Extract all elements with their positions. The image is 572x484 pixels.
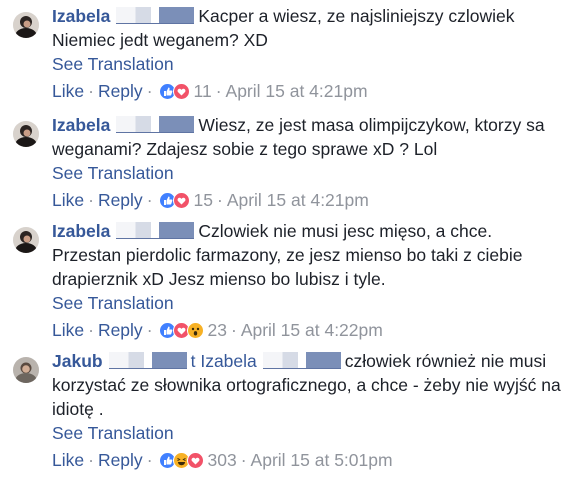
comment-author[interactable]: Izabela <box>52 115 110 135</box>
see-translation-link[interactable]: See Translation <box>52 291 564 315</box>
reaction-count[interactable]: 303 <box>208 448 237 472</box>
separator-dot: · <box>240 450 247 470</box>
mention-link[interactable]: Izabela <box>200 351 256 371</box>
comment-timestamp[interactable]: April 15 at 4:21pm <box>226 79 368 103</box>
separator-dot: · <box>230 320 237 340</box>
separator-dot: · <box>146 320 153 340</box>
redacted-surname <box>116 116 195 133</box>
separator-dot: · <box>88 450 94 470</box>
comment-timestamp[interactable]: April 15 at 4:22pm <box>241 318 383 342</box>
comment-actions: Like · Reply · 11 · April 15 at 4:21pm <box>52 79 564 103</box>
reply-button[interactable]: Reply <box>98 318 143 342</box>
reaction-count[interactable]: 15 <box>194 188 213 212</box>
comment-author[interactable]: Jakub <box>52 351 103 371</box>
reaction-summary[interactable] <box>158 191 190 209</box>
comment-author[interactable]: Izabela <box>52 6 110 26</box>
separator-dot: · <box>216 190 223 210</box>
like-button[interactable]: Like <box>52 448 84 472</box>
like-button[interactable]: Like <box>52 318 84 342</box>
comment-thread: Izabela Kacper a wiesz, ze najsliniejszy … <box>0 0 572 484</box>
reply-button[interactable]: Reply <box>98 79 143 103</box>
love-reaction-icon <box>186 451 204 469</box>
avatar[interactable] <box>13 227 39 253</box>
comment-actions: Like · Reply · 15 · April 15 at 4:21pm <box>52 188 564 212</box>
comment-actions: Like · Reply · 23 · April 15 at 4:22pm <box>52 318 564 342</box>
reaction-summary[interactable] <box>158 82 190 100</box>
see-translation-link[interactable]: See Translation <box>52 161 564 185</box>
reaction-summary[interactable] <box>158 321 204 339</box>
avatar[interactable] <box>13 12 39 38</box>
comment-timestamp[interactable]: April 15 at 5:01pm <box>251 448 393 472</box>
wow-reaction-icon <box>186 321 204 339</box>
love-reaction-icon <box>172 82 190 100</box>
comment-timestamp[interactable]: April 15 at 4:21pm <box>227 188 369 212</box>
separator-dot: · <box>146 450 153 470</box>
reply-button[interactable]: Reply <box>98 448 143 472</box>
love-reaction-icon <box>172 191 190 209</box>
reaction-summary[interactable] <box>158 451 204 469</box>
reaction-count[interactable]: 11 <box>194 79 212 103</box>
comment-actions: Like · Reply · 303 · April 15 at 5:01pm <box>52 448 564 472</box>
redacted-surname <box>108 352 187 369</box>
separator-dot: · <box>146 81 153 101</box>
like-button[interactable]: Like <box>52 79 84 103</box>
mention-suffix: t <box>190 351 196 371</box>
separator-dot: · <box>88 320 94 340</box>
reaction-count[interactable]: 23 <box>208 318 227 342</box>
redacted-surname <box>262 352 341 369</box>
see-translation-link[interactable]: See Translation <box>52 52 564 76</box>
avatar[interactable] <box>13 121 39 147</box>
redacted-surname <box>116 7 195 24</box>
see-translation-link[interactable]: See Translation <box>52 421 564 445</box>
redacted-surname <box>116 222 195 239</box>
reply-button[interactable]: Reply <box>98 188 143 212</box>
separator-dot: · <box>88 190 94 210</box>
separator-dot: · <box>215 81 222 101</box>
comment-author[interactable]: Izabela <box>52 221 110 241</box>
avatar[interactable] <box>13 357 39 383</box>
separator-dot: · <box>88 81 94 101</box>
like-button[interactable]: Like <box>52 188 84 212</box>
separator-dot: · <box>146 190 153 210</box>
